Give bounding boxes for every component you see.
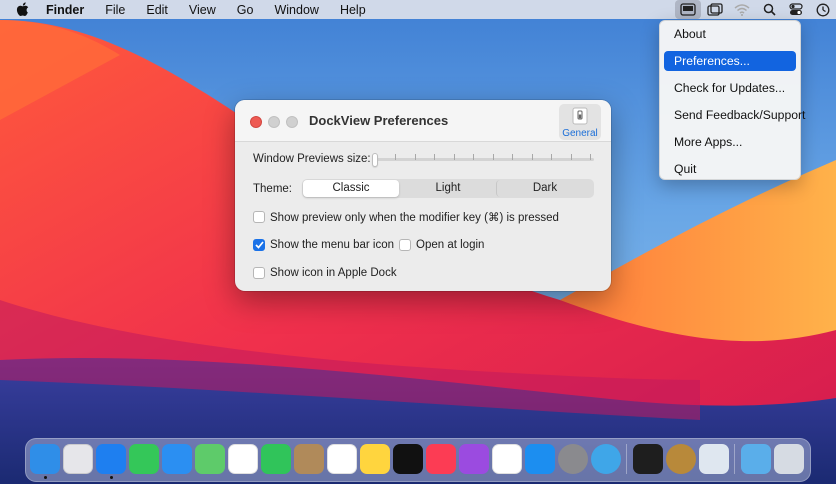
slider-tick — [551, 154, 552, 160]
menu-bar-icon-checkbox[interactable]: Show the menu bar icon — [253, 239, 394, 251]
dock-messages-icon[interactable] — [129, 444, 159, 474]
dock-finder-icon[interactable] — [30, 444, 60, 474]
window-title: DockView Preferences — [309, 113, 449, 128]
dock-contacts-icon[interactable] — [294, 444, 324, 474]
slider-tick — [493, 154, 494, 160]
preferences-window: DockView Preferences General Window Prev… — [235, 100, 611, 291]
dock-podcasts-icon[interactable] — [459, 444, 489, 474]
open-at-login-label: Open at login — [416, 239, 485, 251]
open-at-login-checkbox[interactable]: Open at login — [399, 239, 484, 251]
dock-separator — [734, 444, 735, 474]
menu-view[interactable]: View — [189, 3, 216, 17]
dock-running-indicator — [44, 476, 47, 479]
dock-photos-icon[interactable] — [228, 444, 258, 474]
theme-label: Theme: — [253, 183, 292, 195]
tab-general-label: General — [562, 128, 598, 139]
slider-tick — [532, 154, 533, 160]
menu-item-about[interactable]: About — [664, 24, 796, 44]
tab-general[interactable]: General — [559, 104, 601, 140]
dock-notes-icon[interactable] — [360, 444, 390, 474]
checkbox-box[interactable] — [253, 211, 265, 223]
minimize-button[interactable] — [268, 116, 280, 128]
theme-segmented-control: Classic Light Dark — [302, 179, 594, 198]
dock-separator — [626, 444, 627, 474]
menu-bar-icon-label: Show the menu bar icon — [270, 239, 395, 251]
slider-tick — [434, 154, 435, 160]
dock-preview-icon[interactable] — [699, 444, 729, 474]
dock-terminal-icon[interactable] — [633, 444, 663, 474]
modifier-key-checkbox[interactable]: Show preview only when the modifier key … — [253, 210, 559, 224]
search-icon[interactable] — [756, 0, 782, 19]
menu-item-preferences[interactable]: Preferences... — [664, 51, 796, 71]
menu-item-quit[interactable]: Quit — [664, 159, 796, 179]
slider-tick — [590, 154, 591, 160]
slider-tick — [395, 154, 396, 160]
dockview-menu: About Preferences... Check for Updates..… — [659, 20, 805, 180]
switch-icon — [572, 107, 588, 125]
checkbox-box[interactable] — [253, 239, 265, 251]
dock-music-icon[interactable] — [426, 444, 456, 474]
wifi-icon[interactable] — [729, 0, 755, 19]
menu-item-more-apps[interactable]: More Apps... — [664, 132, 796, 152]
checkbox-box[interactable] — [399, 239, 411, 251]
dock-icon-label: Show icon in Apple Dock — [270, 267, 397, 279]
dock-reminders-icon[interactable] — [327, 444, 357, 474]
slider-tick — [512, 154, 513, 160]
theme-option-classic[interactable]: Classic — [303, 180, 399, 197]
dock-mail-icon[interactable] — [162, 444, 192, 474]
slider-tick — [454, 154, 455, 160]
dock-system-preferences-icon[interactable] — [558, 444, 588, 474]
dock-app-store-icon[interactable] — [525, 444, 555, 474]
menu-window[interactable]: Window — [274, 3, 318, 17]
dock-safari-icon[interactable] — [96, 444, 126, 474]
slider-knob[interactable] — [372, 153, 378, 167]
dock-tv-icon[interactable] — [393, 444, 423, 474]
slider-track — [372, 158, 594, 161]
dock-audio-app-icon[interactable] — [666, 444, 696, 474]
menu-file[interactable]: File — [105, 3, 125, 17]
menu-edit[interactable]: Edit — [146, 3, 168, 17]
control-center-icon[interactable] — [783, 0, 809, 19]
window-titlebar: DockView Preferences General — [235, 100, 611, 142]
dock-running-indicator — [110, 476, 113, 479]
menu-go[interactable]: Go — [237, 3, 254, 17]
slider-tick — [415, 154, 416, 160]
dock-news-icon[interactable] — [492, 444, 522, 474]
checkbox-box[interactable] — [253, 267, 265, 279]
clock-icon[interactable] — [810, 0, 836, 19]
dockview-icon[interactable] — [675, 0, 701, 19]
window-switch-icon[interactable] — [702, 0, 728, 19]
dock-mountain-app-icon[interactable] — [591, 444, 621, 474]
dock-downloads-folder-icon[interactable] — [741, 444, 771, 474]
menu-item-send-feedback[interactable]: Send Feedback/Support — [664, 105, 805, 125]
menu-help[interactable]: Help — [340, 3, 366, 17]
window-previews-size-slider[interactable] — [372, 153, 594, 169]
menu-item-check-updates[interactable]: Check for Updates... — [664, 78, 796, 98]
window-previews-size-label: Window Previews size: — [253, 153, 371, 165]
slider-tick — [571, 154, 572, 160]
theme-option-dark[interactable]: Dark — [496, 180, 593, 197]
dock-maps-icon[interactable] — [195, 444, 225, 474]
theme-option-light[interactable]: Light — [399, 180, 496, 197]
apple-logo-icon[interactable] — [16, 2, 32, 18]
slider-tick — [473, 154, 474, 160]
dock-icon-checkbox[interactable]: Show icon in Apple Dock — [253, 267, 397, 279]
menu-bar: Finder File Edit View Go Window Help — [0, 0, 836, 19]
dock-launchpad-icon[interactable] — [63, 444, 93, 474]
modifier-key-label: Show preview only when the modifier key … — [270, 212, 559, 224]
close-button[interactable] — [250, 116, 262, 128]
menu-app-finder[interactable]: Finder — [46, 3, 84, 17]
dock-facetime-icon[interactable] — [261, 444, 291, 474]
dock-trash-icon[interactable] — [774, 444, 804, 474]
zoom-button[interactable] — [286, 116, 298, 128]
